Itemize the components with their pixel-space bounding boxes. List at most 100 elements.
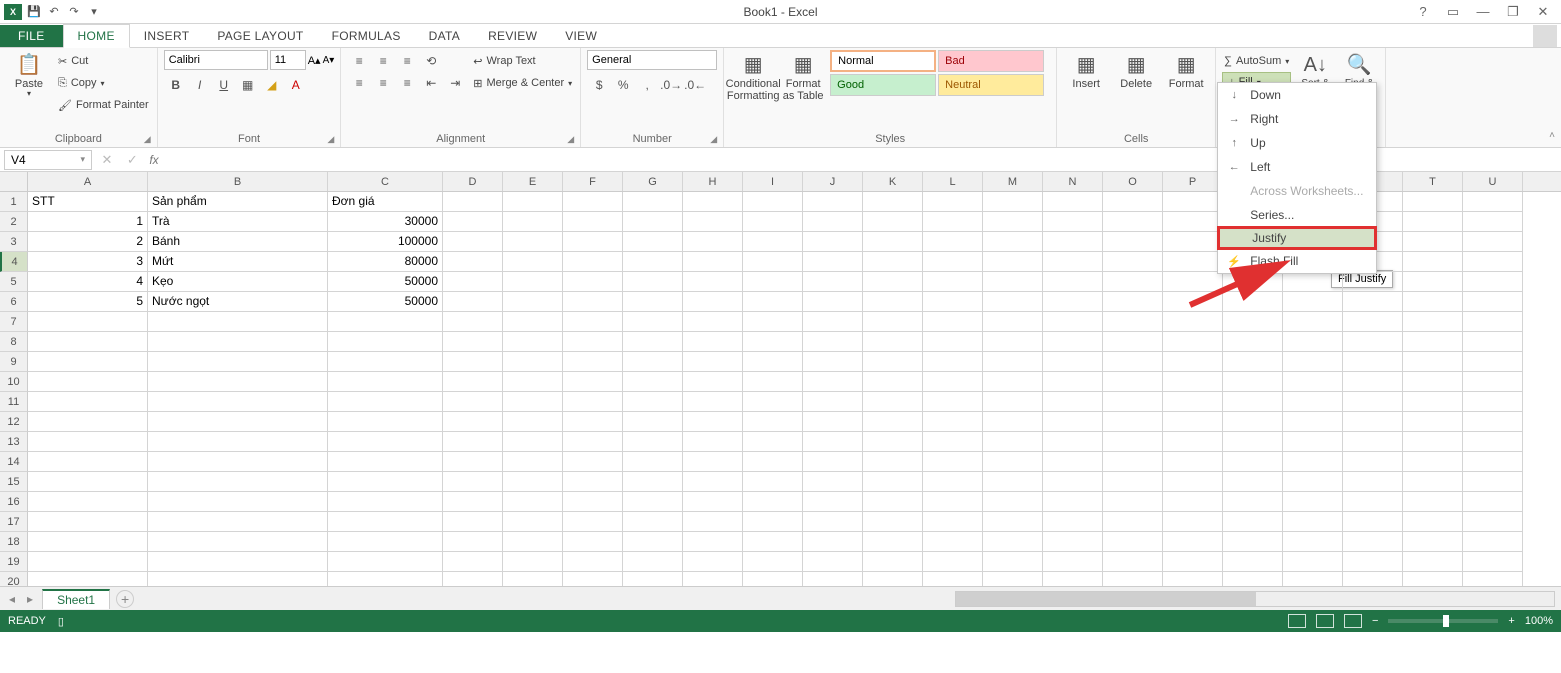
cell-F3[interactable]: [563, 232, 623, 252]
cell-H13[interactable]: [683, 432, 743, 452]
cell-O1[interactable]: [1103, 192, 1163, 212]
cell-M14[interactable]: [983, 452, 1043, 472]
autosum-button[interactable]: ∑AutoSum▾: [1222, 50, 1291, 72]
page-break-view-icon[interactable]: [1344, 614, 1362, 628]
cell-B5[interactable]: Kẹo: [148, 272, 328, 292]
cell-C7[interactable]: [328, 312, 443, 332]
column-header-N[interactable]: N: [1043, 172, 1103, 191]
minimize-button[interactable]: —: [1473, 4, 1493, 19]
decrease-decimal-icon[interactable]: .0←: [683, 74, 707, 96]
cell-Q15[interactable]: [1223, 472, 1283, 492]
cell-E9[interactable]: [503, 352, 563, 372]
align-bottom-icon[interactable]: ≡: [395, 50, 419, 72]
cell-C8[interactable]: [328, 332, 443, 352]
cell-H1[interactable]: [683, 192, 743, 212]
column-header-D[interactable]: D: [443, 172, 503, 191]
cell-U5[interactable]: [1463, 272, 1523, 292]
cell-F7[interactable]: [563, 312, 623, 332]
cell-K16[interactable]: [863, 492, 923, 512]
cell-J13[interactable]: [803, 432, 863, 452]
cell-Q13[interactable]: [1223, 432, 1283, 452]
redo-icon[interactable]: ↷: [66, 4, 82, 20]
cell-I3[interactable]: [743, 232, 803, 252]
cell-C20[interactable]: [328, 572, 443, 586]
cell-G17[interactable]: [623, 512, 683, 532]
cell-N19[interactable]: [1043, 552, 1103, 572]
cell-C18[interactable]: [328, 532, 443, 552]
cell-I11[interactable]: [743, 392, 803, 412]
tab-insert[interactable]: INSERT: [130, 25, 204, 47]
cell-F20[interactable]: [563, 572, 623, 586]
cell-D16[interactable]: [443, 492, 503, 512]
cell-A2[interactable]: 1: [28, 212, 148, 232]
cell-B8[interactable]: [148, 332, 328, 352]
cell-H9[interactable]: [683, 352, 743, 372]
style-neutral[interactable]: Neutral: [938, 74, 1044, 96]
cell-G2[interactable]: [623, 212, 683, 232]
fill-down-item[interactable]: ↓Down: [1218, 83, 1376, 107]
copy-button[interactable]: ⎘Copy▾: [56, 72, 151, 94]
cell-F13[interactable]: [563, 432, 623, 452]
cell-B20[interactable]: [148, 572, 328, 586]
number-launcher[interactable]: ◢: [710, 134, 717, 145]
cell-B2[interactable]: Trà: [148, 212, 328, 232]
cell-M6[interactable]: [983, 292, 1043, 312]
cell-K17[interactable]: [863, 512, 923, 532]
cell-R13[interactable]: [1283, 432, 1343, 452]
cell-I19[interactable]: [743, 552, 803, 572]
column-header-U[interactable]: U: [1463, 172, 1523, 191]
row-header-5[interactable]: 5: [0, 272, 28, 292]
cell-R14[interactable]: [1283, 452, 1343, 472]
cell-O3[interactable]: [1103, 232, 1163, 252]
cell-C6[interactable]: 50000: [328, 292, 443, 312]
cell-M8[interactable]: [983, 332, 1043, 352]
paste-button[interactable]: 📋 Paste ▾: [6, 50, 52, 103]
row-header-4[interactable]: 4: [0, 252, 28, 272]
cell-T13[interactable]: [1403, 432, 1463, 452]
cell-I7[interactable]: [743, 312, 803, 332]
cell-P12[interactable]: [1163, 412, 1223, 432]
cell-A4[interactable]: 3: [28, 252, 148, 272]
cell-G19[interactable]: [623, 552, 683, 572]
cell-S6[interactable]: [1343, 292, 1403, 312]
percent-icon[interactable]: %: [611, 74, 635, 96]
cell-D17[interactable]: [443, 512, 503, 532]
cell-H6[interactable]: [683, 292, 743, 312]
cell-R6[interactable]: [1283, 292, 1343, 312]
cell-Q16[interactable]: [1223, 492, 1283, 512]
cell-C19[interactable]: [328, 552, 443, 572]
cell-I18[interactable]: [743, 532, 803, 552]
border-button[interactable]: ▦: [236, 74, 260, 96]
cell-J19[interactable]: [803, 552, 863, 572]
cell-S20[interactable]: [1343, 572, 1403, 586]
cell-D5[interactable]: [443, 272, 503, 292]
cell-I17[interactable]: [743, 512, 803, 532]
cancel-formula-icon[interactable]: ✕: [96, 152, 118, 168]
cell-G20[interactable]: [623, 572, 683, 586]
cell-C11[interactable]: [328, 392, 443, 412]
cell-T3[interactable]: [1403, 232, 1463, 252]
cell-N1[interactable]: [1043, 192, 1103, 212]
cell-L20[interactable]: [923, 572, 983, 586]
cell-G18[interactable]: [623, 532, 683, 552]
cell-T18[interactable]: [1403, 532, 1463, 552]
cell-J16[interactable]: [803, 492, 863, 512]
cell-T9[interactable]: [1403, 352, 1463, 372]
cell-D9[interactable]: [443, 352, 503, 372]
cell-M4[interactable]: [983, 252, 1043, 272]
cell-M7[interactable]: [983, 312, 1043, 332]
cell-N15[interactable]: [1043, 472, 1103, 492]
tab-review[interactable]: REVIEW: [474, 25, 551, 47]
cell-M13[interactable]: [983, 432, 1043, 452]
cell-A12[interactable]: [28, 412, 148, 432]
zoom-in-button[interactable]: +: [1508, 615, 1514, 627]
cell-N20[interactable]: [1043, 572, 1103, 586]
column-header-E[interactable]: E: [503, 172, 563, 191]
column-header-J[interactable]: J: [803, 172, 863, 191]
row-header-13[interactable]: 13: [0, 432, 28, 452]
cell-K18[interactable]: [863, 532, 923, 552]
increase-decimal-icon[interactable]: .0→: [659, 74, 683, 96]
fill-up-item[interactable]: ↑Up: [1218, 131, 1376, 155]
cell-R8[interactable]: [1283, 332, 1343, 352]
cell-N17[interactable]: [1043, 512, 1103, 532]
